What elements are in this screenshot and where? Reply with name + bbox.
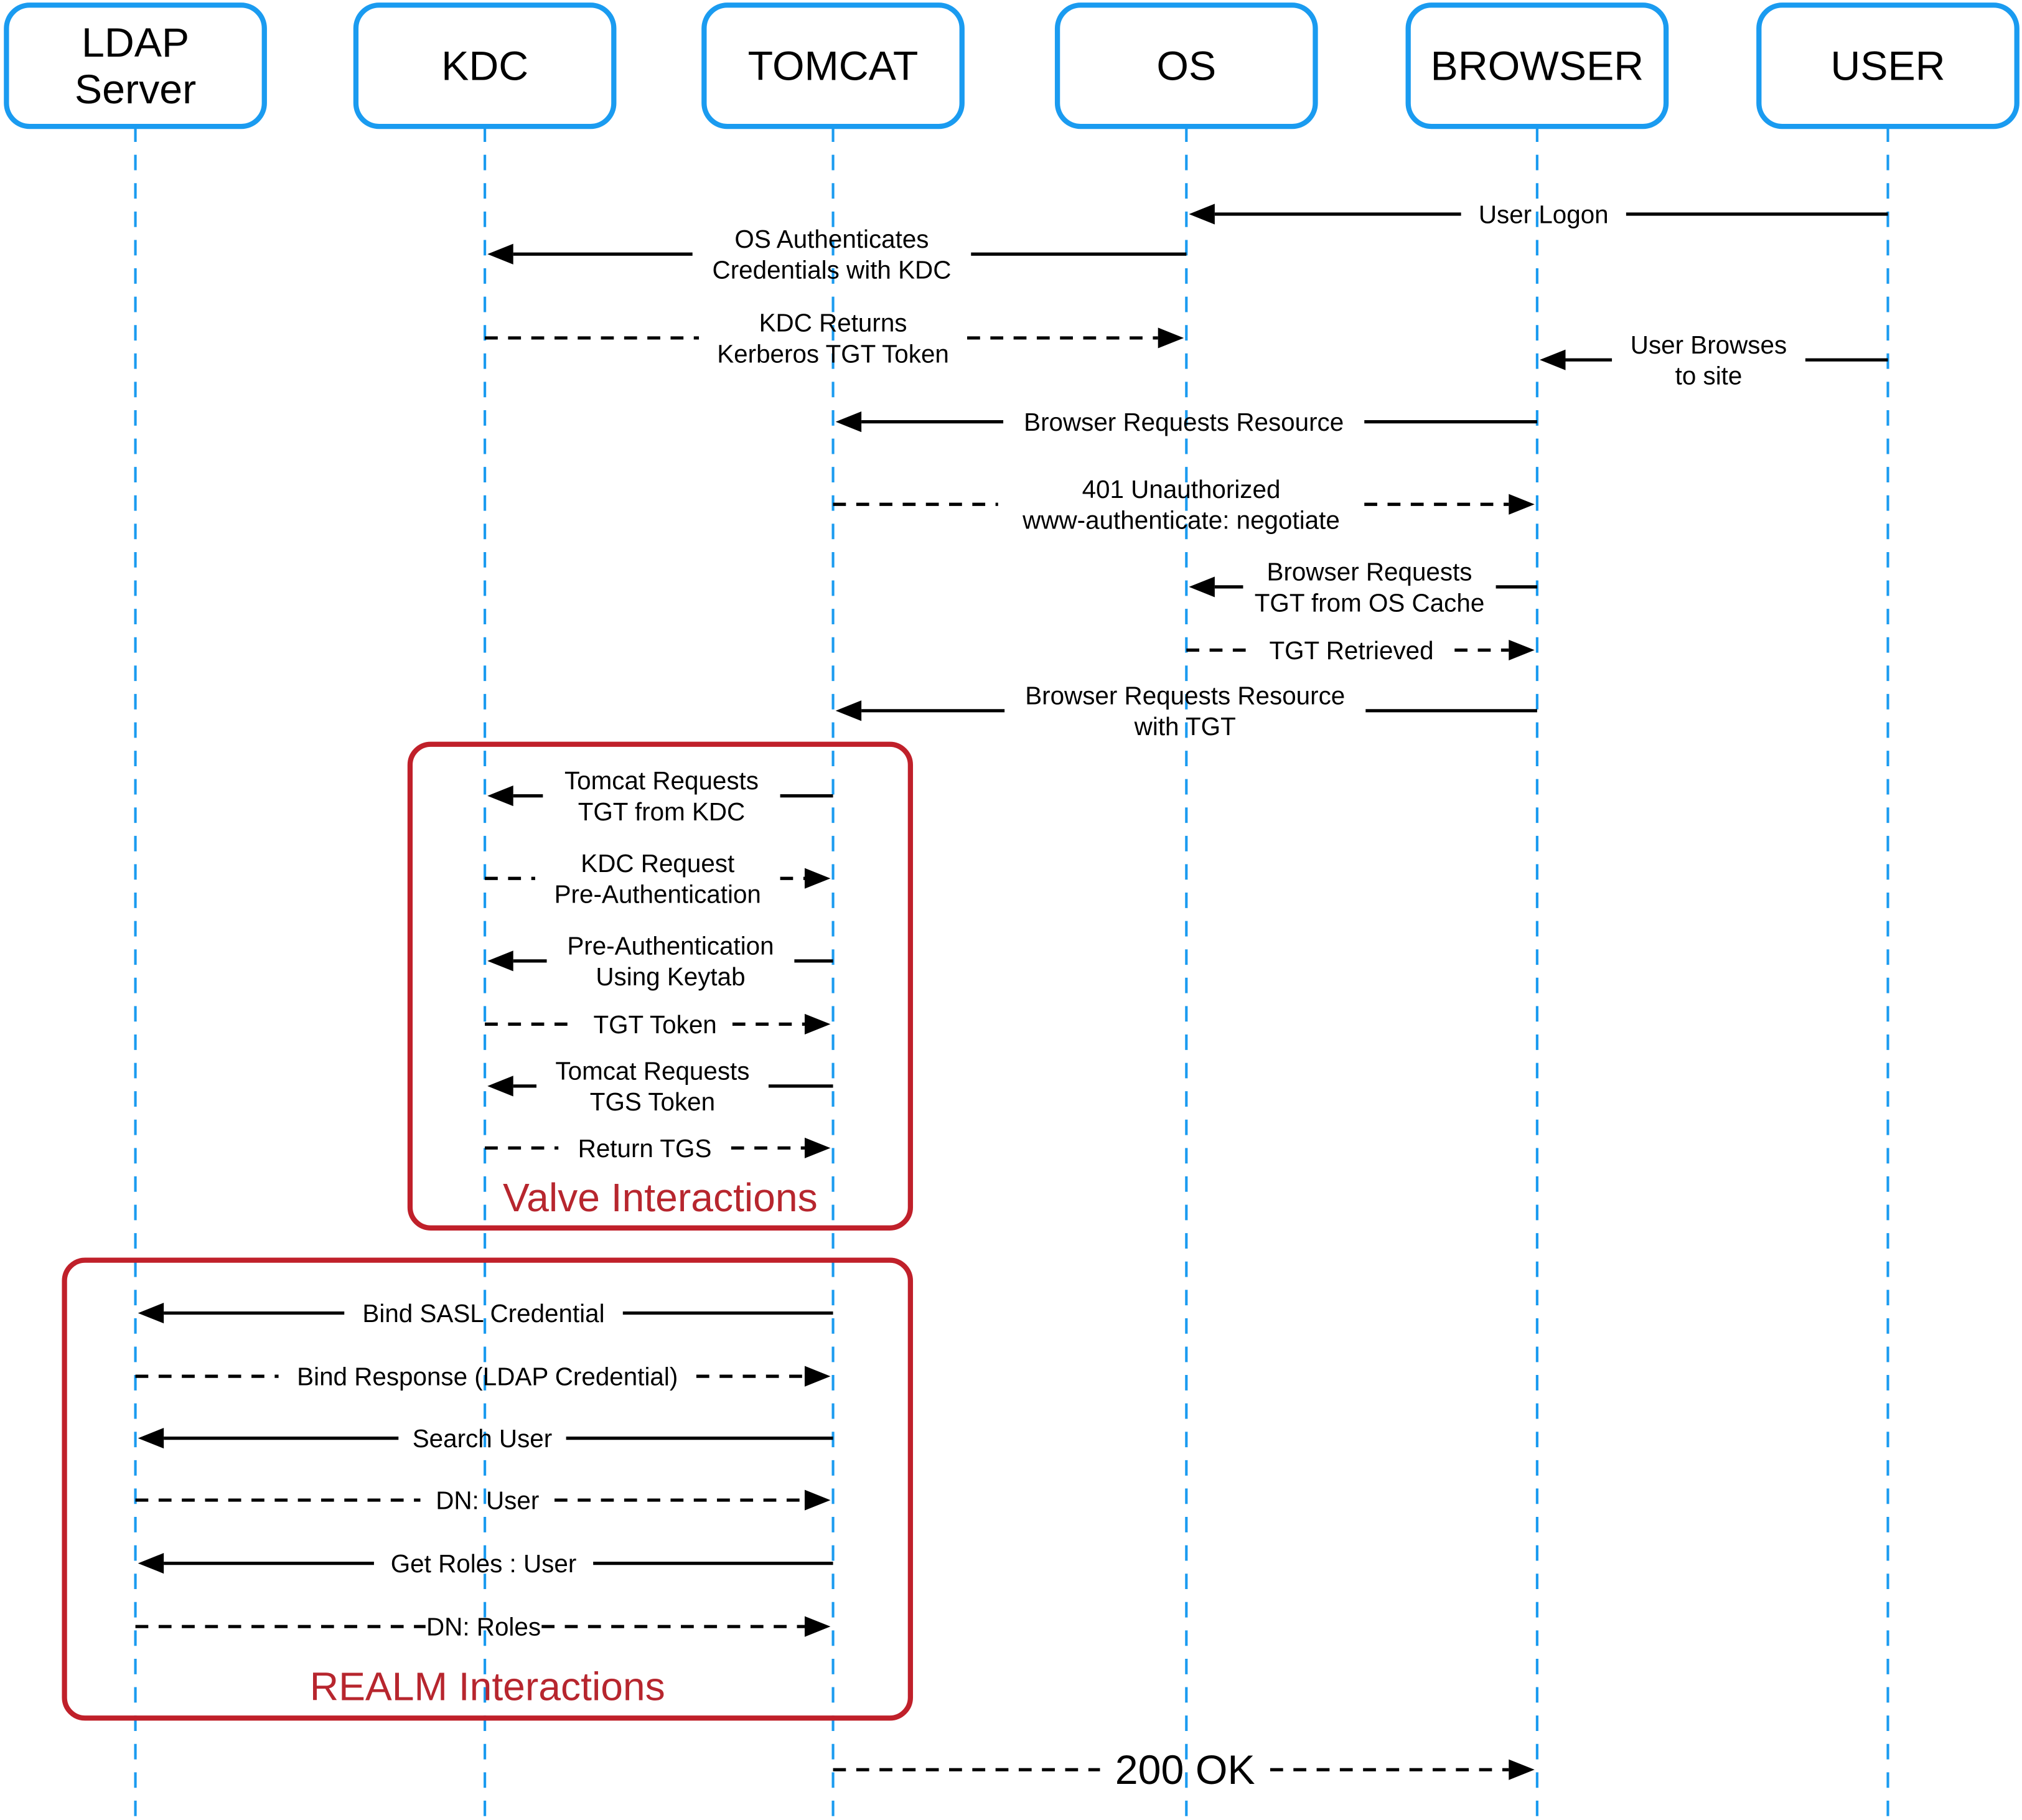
arrowhead-icon <box>804 868 831 889</box>
message-label: User Logon <box>1479 200 1609 229</box>
message-label: Pre-Authentication <box>555 880 761 909</box>
arrowhead-icon <box>804 1013 831 1034</box>
message-label: Bind Response (LDAP Credential) <box>297 1363 678 1391</box>
actor-kdc: KDC <box>353 2 617 129</box>
message-label: KDC Request <box>581 849 734 878</box>
message-16: Bind SASL Credential <box>138 1299 833 1328</box>
message-6: 401 Unauthorizedwww-authenticate: negoti… <box>833 475 1535 535</box>
actor-tomcat: TOMCAT <box>701 2 965 129</box>
message-label: Pre-Authentication <box>567 931 774 960</box>
arrowhead-icon <box>487 950 513 972</box>
message-label: Browser Requests Resource <box>1024 408 1344 436</box>
message-label: OS Authenticates <box>734 225 929 253</box>
message-13: TGT Token <box>485 1010 831 1039</box>
message-9: Browser Requests Resourcewith TGT <box>835 681 1537 741</box>
arrowhead-icon <box>804 1366 831 1387</box>
message-label: DN: User <box>436 1486 539 1515</box>
message-10: Tomcat RequestsTGT from KDC <box>487 766 833 826</box>
message-1: User Logon <box>1189 200 1888 229</box>
message-5: Browser Requests Resource <box>835 408 1537 436</box>
group-label: REALM Interactions <box>310 1664 665 1709</box>
message-18: Search User <box>138 1424 833 1453</box>
message-label: TGT Token <box>593 1010 716 1039</box>
message-label: User Browses <box>1631 331 1787 359</box>
message-label: www-authenticate: negotiate <box>1022 506 1340 535</box>
message-2: OS Authenticates Credentials with KDC <box>487 225 1187 284</box>
message-label: TGT Retrieved <box>1269 636 1433 665</box>
arrowhead-icon <box>1509 494 1535 515</box>
message-label: DN: Roles <box>426 1613 541 1641</box>
actor-os: OS <box>1054 2 1318 129</box>
arrowhead-icon <box>487 243 513 265</box>
message-label: Return TGS <box>578 1134 712 1163</box>
actor-ldap: LDAPServer <box>4 2 267 129</box>
actor-browser: BROWSER <box>1405 2 1669 129</box>
message-label: KDC Returns <box>759 309 907 337</box>
message-label: Bind SASL Credential <box>362 1299 604 1328</box>
arrowhead-icon <box>1509 1759 1535 1780</box>
message-label: Tomcat Requests <box>564 766 759 795</box>
actor-label: KDC <box>441 43 528 89</box>
message-label: with TGT <box>1134 712 1236 741</box>
message-19: DN: User <box>135 1486 831 1515</box>
actor-label: OS <box>1156 43 1216 89</box>
arrowhead-icon <box>138 1428 164 1449</box>
arrowhead-icon <box>138 1303 164 1324</box>
message-11: KDC RequestPre-Authentication <box>485 849 831 909</box>
message-20: Get Roles : User <box>138 1549 833 1578</box>
message-17: Bind Response (LDAP Credential) <box>135 1363 831 1391</box>
actor-label: TOMCAT <box>748 43 919 89</box>
message-label: 200 OK <box>1115 1747 1255 1793</box>
message-label: TGT from OS Cache <box>1255 588 1485 617</box>
arrowhead-icon <box>1158 327 1184 349</box>
actor-label: Server <box>75 67 196 113</box>
message-label: Search User <box>413 1424 552 1453</box>
message-22: 200 OK <box>833 1747 1535 1793</box>
message-label: Browser Requests Resource <box>1025 681 1345 710</box>
message-label: 401 Unauthorized <box>1082 475 1281 504</box>
actors: LDAPServer KDC TOMCAT OS BROWSER USER <box>4 2 2020 129</box>
message-7: Browser RequestsTGT from OS Cache <box>1189 558 1537 617</box>
message-15: Return TGS <box>485 1134 831 1163</box>
actor-label: USER <box>1830 43 1945 89</box>
message-label: Kerberos TGT Token <box>717 339 949 368</box>
message-label: Using Keytab <box>596 962 745 991</box>
message-14: Tomcat RequestsTGS Token <box>487 1057 833 1116</box>
actor-user: USER <box>1756 2 2020 129</box>
arrowhead-icon <box>138 1553 164 1574</box>
message-4: User Browses to site <box>1540 331 1888 390</box>
arrowhead-icon <box>1189 576 1215 598</box>
arrowhead-icon <box>835 411 862 433</box>
message-label: to site <box>1675 362 1743 390</box>
arrowhead-icon <box>804 1616 831 1637</box>
message-12: Pre-AuthenticationUsing Keytab <box>487 931 833 991</box>
message-label: Tomcat Requests <box>555 1057 749 1086</box>
arrowhead-icon <box>1540 349 1566 370</box>
actor-label: BROWSER <box>1431 43 1644 89</box>
arrowhead-icon <box>804 1137 831 1158</box>
arrowhead-icon <box>804 1489 831 1511</box>
arrowhead-icon <box>835 700 862 721</box>
message-21: DN: Roles <box>135 1613 831 1641</box>
message-label: Browser Requests <box>1267 558 1472 586</box>
sequence-diagram: Valve Interactions REALM Interactions LDA… <box>4 2 2020 1820</box>
actor-label: LDAP <box>82 20 189 66</box>
group-label: Valve Interactions <box>503 1175 818 1220</box>
message-8: TGT Retrieved <box>1186 636 1535 665</box>
message-label: Credentials with KDC <box>713 256 952 284</box>
messages: User Logon OS Authenticates Credentials wi… <box>135 200 1888 1793</box>
message-label: Get Roles : User <box>391 1549 577 1578</box>
arrowhead-icon <box>1189 204 1215 225</box>
message-label: TGT from KDC <box>578 797 746 826</box>
message-label: TGS Token <box>590 1087 715 1116</box>
arrowhead-icon <box>1509 639 1535 661</box>
arrowhead-icon <box>487 1076 513 1097</box>
arrowhead-icon <box>487 786 513 807</box>
